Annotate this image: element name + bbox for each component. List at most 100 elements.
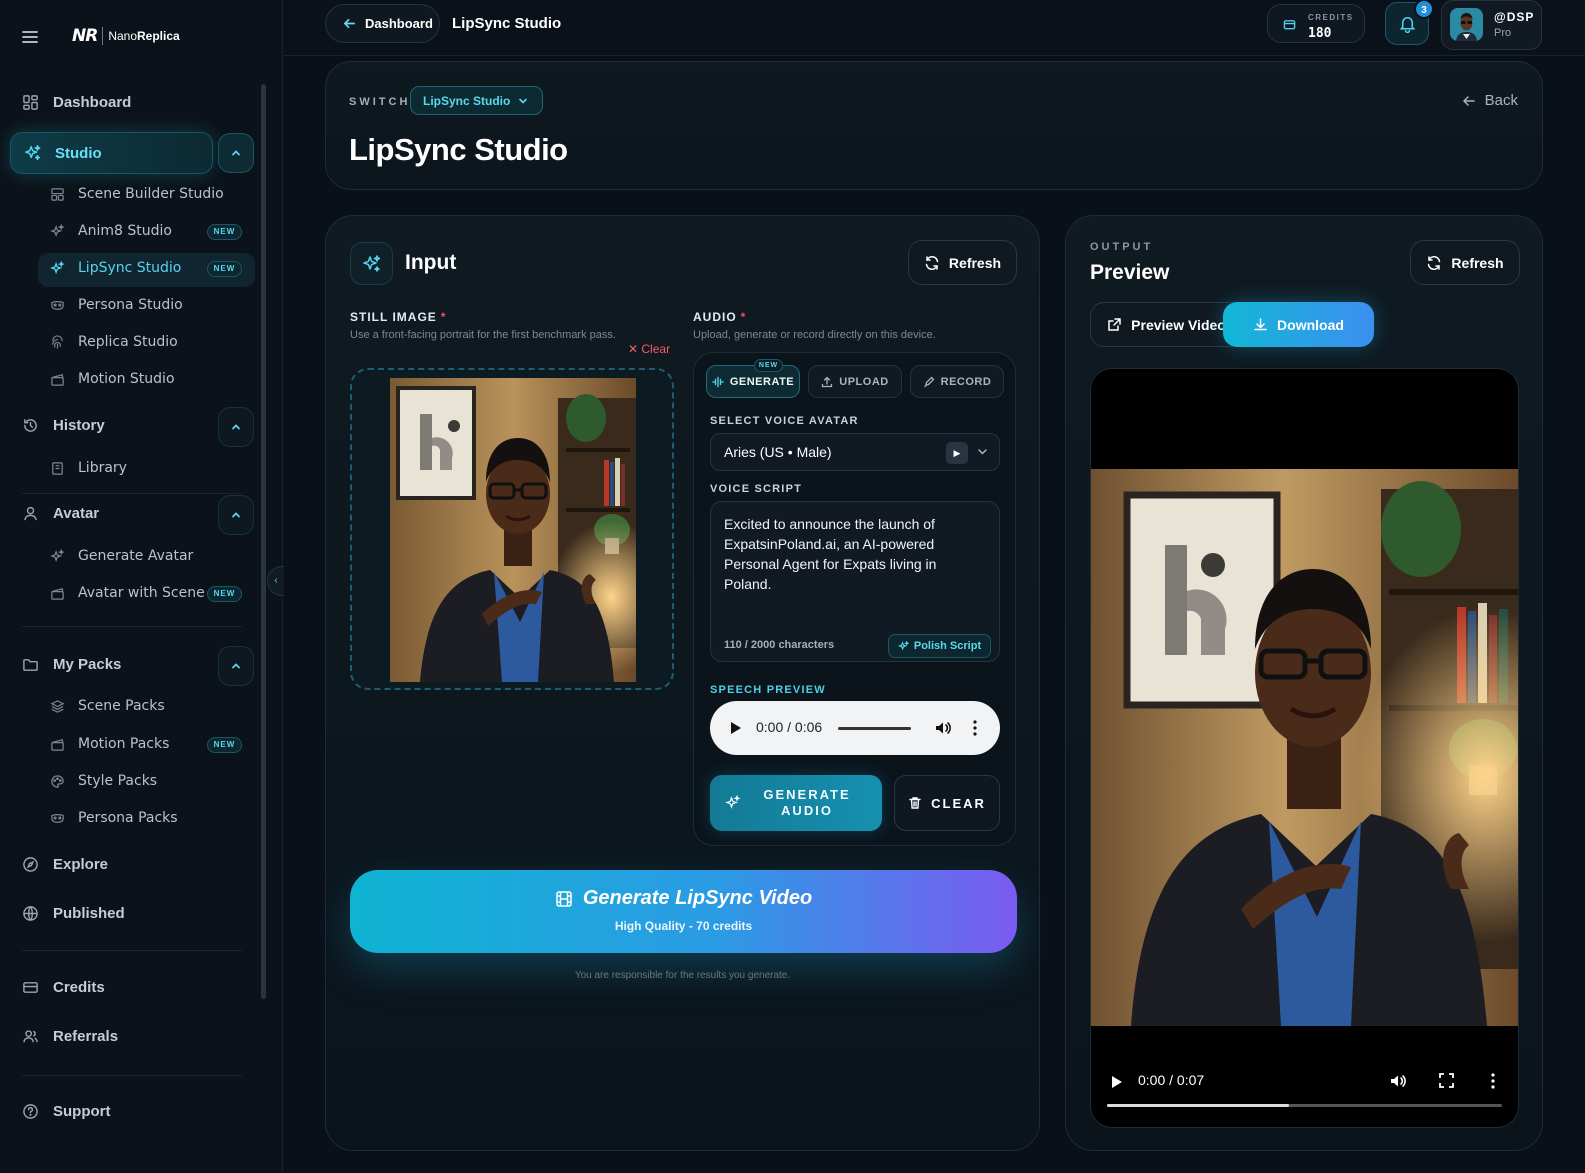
sidebar-item-label: Persona Packs	[78, 810, 178, 826]
sidebar-item-motion-packs[interactable]: Motion Packs	[50, 736, 169, 752]
sidebar-item-persona-packs[interactable]: Persona Packs	[50, 810, 178, 826]
generate-audio-button[interactable]: GENERATE AUDIO	[710, 775, 882, 831]
sidebar-item-style-packs[interactable]: Style Packs	[50, 773, 157, 789]
generate-lipsync-video-button[interactable]: Generate LipSync Video High Quality - 70…	[350, 870, 1017, 953]
upload-icon	[822, 376, 833, 387]
layout-icon	[50, 187, 65, 202]
sidebar-scrollbar[interactable]	[261, 84, 266, 999]
download-icon	[1254, 318, 1267, 331]
input-refresh-button[interactable]: Refresh	[908, 240, 1017, 285]
voice-sample-play-button[interactable]: ▶	[946, 442, 968, 464]
voice-script-textarea[interactable]: Excited to announce the launch of Expats…	[710, 501, 1000, 662]
sidebar-item-scene-packs[interactable]: Scene Packs	[50, 698, 165, 714]
preview-video-label: Preview Video	[1131, 316, 1226, 333]
hamburger-menu-icon[interactable]	[20, 27, 40, 47]
app-logo[interactable]: NR NanoReplica	[72, 26, 180, 46]
still-image-preview	[390, 378, 636, 682]
play-icon[interactable]	[1111, 1075, 1123, 1089]
clear-audio-button[interactable]: CLEAR	[894, 775, 1000, 831]
sidebar-item-my-packs[interactable]: My Packs	[22, 656, 121, 673]
back-button[interactable]: Back	[1462, 92, 1518, 109]
output-refresh-button[interactable]: Refresh	[1410, 240, 1520, 285]
credits-value: 180	[1308, 26, 1332, 41]
tab-record[interactable]: RECORD	[910, 365, 1004, 398]
volume-icon[interactable]	[1389, 1072, 1407, 1090]
sidebar-item-label: Style Packs	[78, 773, 158, 789]
new-badge: NEW	[754, 359, 783, 372]
studio-collapse-button[interactable]	[218, 133, 254, 173]
user-handle: @DSP	[1494, 10, 1535, 24]
disclaimer-text: You are responsible for the results you …	[574, 970, 791, 981]
sidebar-item-persona-studio[interactable]: Persona Studio	[50, 297, 183, 313]
sidebar-item-label: Scene Packs	[78, 698, 165, 714]
more-vertical-icon[interactable]	[1490, 1072, 1496, 1090]
still-image-help: Use a front-facing portrait for the firs…	[350, 329, 616, 341]
sidebar-item-studio[interactable]: Studio	[10, 132, 213, 174]
play-icon[interactable]	[730, 721, 742, 735]
generate-video-label: Generate LipSync Video	[582, 887, 813, 909]
chevron-up-icon	[232, 150, 240, 156]
still-image-dropzone[interactable]	[350, 368, 674, 690]
speech-time: 0:00 / 0:06	[756, 719, 823, 735]
sidebar-item-explore[interactable]: Explore	[22, 856, 108, 873]
sidebar-item-motion-studio[interactable]: Motion Studio	[50, 371, 175, 387]
sidebar-item-credits[interactable]: Credits	[22, 979, 105, 996]
packs-collapse-button[interactable]	[218, 646, 254, 686]
sidebar-item-published[interactable]: Published	[22, 905, 125, 922]
preview-video-button[interactable]: Preview Video	[1090, 302, 1243, 347]
back-label: Back	[1484, 92, 1518, 109]
polish-script-button[interactable]: Polish Script	[888, 634, 991, 658]
fullscreen-icon[interactable]	[1439, 1073, 1454, 1088]
studio-switcher[interactable]: LipSync Studio	[410, 86, 543, 115]
sparkles-icon	[350, 242, 393, 285]
clapperboard-icon	[50, 737, 65, 752]
new-badge: NEW	[207, 261, 242, 277]
sidebar-item-avatar-with-scene[interactable]: Avatar with Scene	[50, 585, 205, 601]
sidebar-item-label: Replica Studio	[78, 334, 178, 350]
arrow-left-icon	[343, 18, 355, 29]
clear-image-button[interactable]: ✕ Clear	[628, 342, 670, 356]
back-to-dashboard-button[interactable]: Dashboard	[325, 4, 440, 43]
user-icon	[22, 505, 39, 522]
voice-avatar-select[interactable]: Aries (US • Male) ▶	[710, 433, 1000, 471]
avatar-collapse-button[interactable]	[218, 495, 254, 535]
sidebar-item-dashboard[interactable]: Dashboard	[22, 94, 131, 111]
credit-card-icon	[22, 979, 39, 996]
speech-seek-bar[interactable]	[838, 727, 911, 730]
topbar: Dashboard LipSync Studio CREDITS 180 3 @…	[283, 0, 1585, 56]
credits-indicator[interactable]: CREDITS 180	[1267, 4, 1365, 43]
sidebar-item-referrals[interactable]: Referrals	[22, 1028, 118, 1045]
sidebar-item-history[interactable]: History	[22, 417, 105, 434]
sidebar-item-replica-studio[interactable]: Replica Studio	[50, 334, 178, 350]
generate-audio-label: GENERATE AUDIO	[763, 787, 851, 818]
wallet-icon	[1283, 18, 1296, 31]
sidebar-item-lipsync-studio[interactable]: LipSync Studio	[50, 260, 181, 276]
sidebar-item-label: Library	[78, 460, 127, 476]
sidebar-item-label: My Packs	[53, 656, 122, 673]
tab-generate[interactable]: GENERATE	[706, 365, 800, 398]
bell-icon	[1398, 17, 1416, 33]
sidebar-item-label: Support	[53, 1103, 111, 1120]
sidebar-item-generate-avatar[interactable]: Generate Avatar	[50, 548, 193, 564]
sidebar-item-support[interactable]: Support	[22, 1103, 111, 1120]
character-count: 110 / 2000 characters	[724, 639, 835, 651]
compass-icon	[22, 856, 39, 873]
download-button[interactable]: Download	[1223, 302, 1374, 347]
user-menu[interactable]: @DSP Pro	[1441, 0, 1542, 50]
voice-script-text[interactable]: Excited to announce the launch of Expats…	[724, 514, 986, 594]
output-video-player[interactable]: 0:00 / 0:07	[1090, 368, 1519, 1128]
sidebar-item-library[interactable]: Library	[50, 460, 127, 476]
sidebar-item-scene-builder-studio[interactable]: Scene Builder Studio	[50, 186, 224, 202]
sidebar-item-avatar[interactable]: Avatar	[22, 505, 99, 522]
new-badge: NEW	[207, 586, 242, 602]
tab-upload[interactable]: UPLOAD	[808, 365, 902, 398]
waveform-icon	[712, 376, 724, 387]
breadcrumb-current: LipSync Studio	[452, 15, 562, 32]
video-seek-bar[interactable]	[1107, 1104, 1502, 1107]
history-collapse-button[interactable]	[218, 407, 254, 447]
volume-icon[interactable]	[934, 719, 952, 737]
sparkles-icon	[50, 223, 65, 239]
user-plan: Pro	[1494, 27, 1512, 39]
more-vertical-icon[interactable]	[972, 719, 978, 737]
sidebar-item-anim8-studio[interactable]: Anim8 Studio	[50, 223, 172, 239]
